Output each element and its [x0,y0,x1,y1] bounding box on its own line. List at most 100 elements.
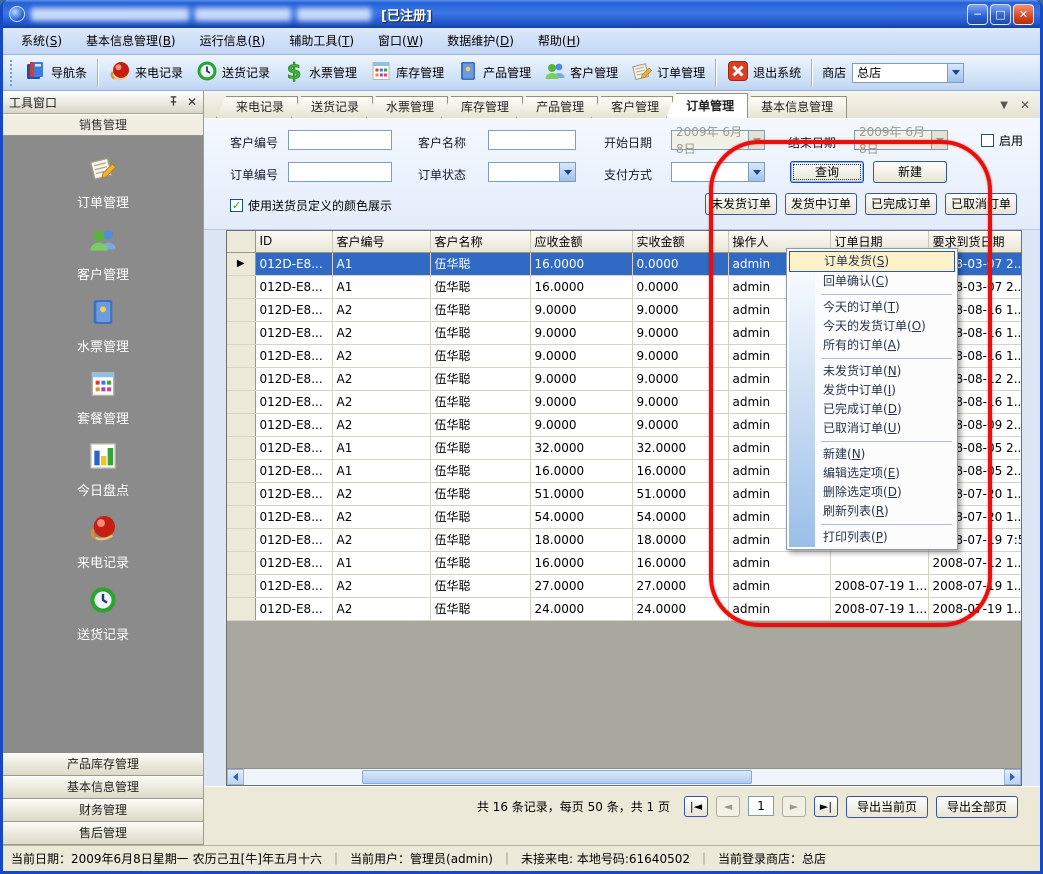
context-menu-item[interactable]: 未发货订单(N) [789,362,955,381]
horizontal-scrollbar[interactable] [227,768,1021,785]
status-filter-button[interactable]: 发货中订单 [785,193,857,215]
prev-page-button[interactable]: ◄ [716,796,740,817]
toolbar-grip[interactable] [10,60,15,86]
row-selector-cell[interactable] [227,367,255,390]
toolbar-button-3[interactable]: 送货记录 [189,58,276,88]
first-page-button[interactable]: |◄ [684,796,708,817]
tab-水票管理[interactable]: 水票管理 [366,96,448,118]
context-menu-item[interactable]: 所有的订单(A) [789,336,955,355]
menu-item[interactable]: 系统(S) [9,28,74,54]
menu-item[interactable]: 数据维护(D) [435,28,526,54]
row-selector-cell[interactable] [227,321,255,344]
tab-基本信息管理[interactable]: 基本信息管理 [741,96,847,118]
row-selector-cell[interactable] [227,413,255,436]
color-display-checkbox[interactable]: ✓使用送货员定义的颜色展示 [230,197,392,214]
chevron-down-icon[interactable] [559,163,575,181]
customer-name-input[interactable] [488,130,576,150]
shop-combo[interactable]: 总店 [852,63,964,83]
end-date-picker[interactable]: 2009年 6月 8日 [854,130,948,150]
context-menu-item[interactable]: 发货中订单(I) [789,381,955,400]
order-no-input[interactable] [288,162,392,182]
tab-库存管理[interactable]: 库存管理 [441,96,523,118]
column-header[interactable]: 实收金额 [632,231,728,252]
context-menu-item[interactable]: 删除选定项(D) [789,483,955,502]
context-menu-item[interactable]: 新建(N) [789,445,955,464]
export-current-page-button[interactable]: 导出当前页 [846,796,928,818]
menu-item[interactable]: 运行信息(R) [188,28,278,54]
sidebar-item[interactable]: 今日盘点 [3,440,203,499]
tab-订单管理[interactable]: 订单管理 [666,93,748,118]
scrollbar-thumb[interactable] [362,770,752,784]
row-selector-cell[interactable] [227,528,255,551]
sidebar-item[interactable]: 来电记录 [3,512,203,571]
context-menu-item[interactable]: 刷新列表(R) [789,502,955,521]
column-header[interactable]: 应收金额 [530,231,632,252]
chevron-down-icon[interactable] [947,64,963,82]
scroll-left-icon[interactable] [227,769,244,785]
toolbar-button-7[interactable]: 客户管理 [537,58,624,88]
sidebar-group-button[interactable]: 基本信息管理 [3,776,203,799]
next-page-button[interactable]: ► [782,796,806,817]
toolbar-button-1[interactable]: 导航条 [18,58,93,88]
context-menu-item[interactable]: 订单发货(S) [789,251,955,272]
menu-item[interactable]: 窗口(W) [366,28,435,54]
status-filter-button[interactable]: 已完成订单 [865,193,937,215]
start-date-picker[interactable]: 2009年 6月 8日 [671,130,765,150]
toolbar-button-4[interactable]: $水票管理 [276,58,363,88]
scrollbar-track[interactable] [244,769,1004,785]
sidebar-item[interactable]: 送货记录 [3,584,203,643]
maximize-button[interactable]: □ [990,4,1011,25]
status-filter-button[interactable]: 未发货订单 [705,193,777,215]
export-all-pages-button[interactable]: 导出全部页 [936,796,1018,818]
row-selector-cell[interactable] [227,436,255,459]
page-number-input[interactable]: 1 [748,796,774,816]
toolbar-button-2[interactable]: 来电记录 [102,58,189,88]
context-menu-item[interactable]: 编辑选定项(E) [789,464,955,483]
row-selector-cell[interactable] [227,275,255,298]
context-menu-item[interactable]: 回单确认(C) [789,272,955,291]
tab-送货记录[interactable]: 送货记录 [291,96,373,118]
toolbar-button-9[interactable]: 退出系统 [720,58,807,88]
customer-no-input[interactable] [288,130,392,150]
context-menu-item[interactable]: 已取消订单(U) [789,419,955,438]
row-selector-cell[interactable] [227,551,255,574]
last-page-button[interactable]: ►| [814,796,838,817]
row-selector-cell[interactable] [227,344,255,367]
toolbar-button-8[interactable]: 订单管理 [624,58,711,88]
row-selector-cell[interactable] [227,482,255,505]
query-button[interactable]: 查询 [790,161,864,183]
close-icon[interactable]: ✕ [187,95,197,109]
status-filter-button[interactable]: 已取消订单 [945,193,1017,215]
tab-客户管理[interactable]: 客户管理 [591,96,673,118]
sidebar-group-button[interactable]: 售后管理 [3,822,203,845]
sidebar-item[interactable]: 套餐管理 [3,368,203,427]
table-row[interactable]: 012D-E8...A2伍华聪27.000027.0000admin2008-0… [227,574,1022,597]
sidebar-item[interactable]: 水票管理 [3,296,203,355]
context-menu-item[interactable]: 今天的发货订单(O) [789,317,955,336]
row-selector-cell[interactable] [227,505,255,528]
column-header[interactable]: ID [255,231,332,252]
tab-close-icon[interactable]: ✕ [1020,98,1030,112]
menu-item[interactable]: 帮助(H) [526,28,592,54]
tab-list-chevron-icon[interactable]: ▼ [1000,100,1008,111]
toolbar-button-6[interactable]: 产品管理 [450,58,537,88]
sidebar-group-button[interactable]: 产品库存管理 [3,753,203,776]
table-row[interactable]: 012D-E8...A2伍华聪24.000024.0000admin2008-0… [227,597,1022,620]
menu-item[interactable]: 辅助工具(T) [277,28,366,54]
sidebar-item[interactable]: 客户管理 [3,224,203,283]
context-menu-item[interactable]: 已完成订单(D) [789,400,955,419]
row-selector-cell[interactable] [227,597,255,620]
table-row[interactable]: 012D-E8...A1伍华聪16.000016.0000admin2008-0… [227,551,1022,574]
sidebar-group-button[interactable]: 财务管理 [3,799,203,822]
column-header[interactable]: 客户名称 [430,231,530,252]
scroll-right-icon[interactable] [1004,769,1021,785]
row-selector-cell[interactable] [227,390,255,413]
order-status-combo[interactable] [488,162,576,182]
pin-icon[interactable] [168,95,179,110]
row-selector-cell[interactable]: ▶ [227,252,255,275]
tab-来电记录[interactable]: 来电记录 [216,96,298,118]
row-selector-cell[interactable] [227,459,255,482]
new-button[interactable]: 新建 [873,161,947,183]
context-menu-item[interactable]: 打印列表(P) [789,528,955,547]
pay-method-combo[interactable] [671,162,765,182]
